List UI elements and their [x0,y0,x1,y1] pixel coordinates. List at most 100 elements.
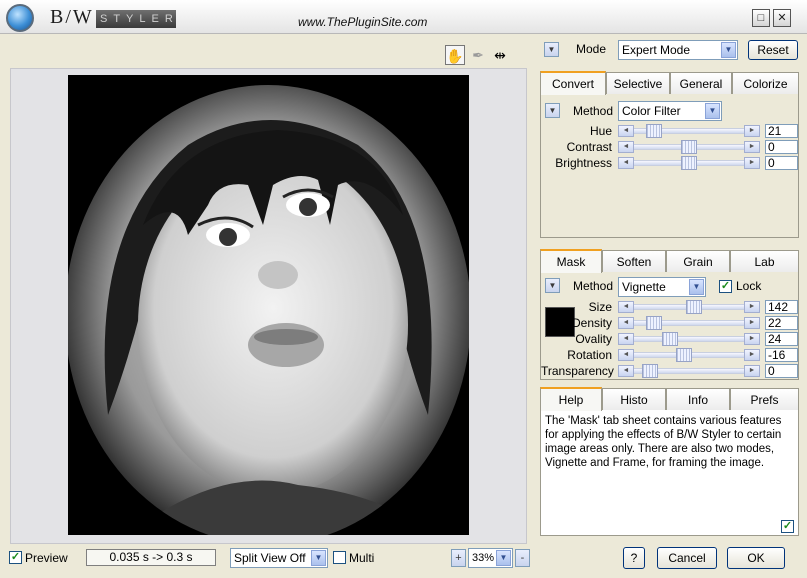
slider-decrement-icon[interactable]: ◄ [618,317,634,329]
mask-method-select[interactable]: Vignette ▼ [618,277,706,297]
help-button[interactable]: ? [623,547,645,569]
zoom-value: 33% [472,552,495,564]
tab-mask[interactable]: Mask [540,249,602,273]
slider-thumb[interactable] [685,300,702,314]
slider-decrement-icon[interactable]: ◄ [618,157,634,169]
multi-checkbox[interactable] [333,551,346,564]
chevron-down-icon: ▼ [705,103,720,119]
convert-value-field[interactable]: 0 [765,140,798,154]
mask-value-field[interactable]: 0 [765,364,798,378]
ok-button[interactable]: OK [727,547,785,569]
convert-method-value: Color Filter [622,104,681,118]
chevron-down-icon: ▼ [311,550,326,566]
hand-tool-icon[interactable]: ✋ [445,45,465,65]
tab-info[interactable]: Info [666,388,730,410]
slider-decrement-icon[interactable]: ◄ [618,349,634,361]
slider-increment-icon[interactable]: ► [744,157,760,169]
slider-increment-icon[interactable]: ► [744,301,760,313]
mask-slider[interactable]: ◄ ► [618,316,760,330]
tab-prefs[interactable]: Prefs [730,388,799,410]
mask-slider[interactable]: ◄ ► [618,364,760,378]
maximize-button[interactable]: □ [752,9,770,27]
slider-increment-icon[interactable]: ► [744,141,760,153]
tab-colorize[interactable]: Colorize [732,72,799,94]
convert-method-select[interactable]: Color Filter ▼ [618,101,722,121]
slider-decrement-icon[interactable]: ◄ [618,365,634,377]
convert-slider[interactable]: ◄ ► [618,156,760,170]
color-picker-icon[interactable]: ✒ [468,45,488,65]
slider-increment-icon[interactable]: ► [744,125,760,137]
help-tab-strip: Help Histo Info Prefs [540,387,799,411]
mask-slider-label: Ovality [575,332,612,346]
convert-value-field[interactable]: 21 [765,124,798,138]
close-button[interactable]: ✕ [773,9,791,27]
slider-decrement-icon[interactable]: ◄ [618,125,634,137]
slider-increment-icon[interactable]: ► [744,365,760,377]
split-view-select[interactable]: Split View Off ▼ [230,548,328,568]
tab-help[interactable]: Help [540,387,602,411]
slider-thumb[interactable] [681,140,697,154]
mask-slider[interactable]: ◄ ► [618,348,760,362]
convert-method-arrow-icon[interactable]: ▼ [545,103,560,118]
convert-value-field[interactable]: 0 [765,156,798,170]
checkmark-icon: ✓ [720,280,731,292]
zoom-in-button[interactable]: + [451,549,466,567]
mask-value-field[interactable]: 142 [765,300,798,314]
app-logo-icon [6,4,34,32]
convert-method-label: Method [573,104,614,118]
slider-increment-icon[interactable]: ► [744,317,760,329]
preview-checkbox[interactable]: ✓ [9,551,22,564]
mode-label: Mode [576,42,607,56]
tab-convert[interactable]: Convert [540,71,606,95]
reset-button[interactable]: Reset [748,40,798,60]
chevron-down-icon: ▼ [496,550,511,566]
slider-thumb[interactable] [676,348,693,362]
mask-slider-label: Size [588,300,612,314]
mask-value-field[interactable]: -16 [765,348,798,362]
split-view-icon[interactable]: ⇹ [490,45,510,65]
mask-slider[interactable]: ◄ ► [618,300,760,314]
mask-value-field[interactable]: 22 [765,316,798,330]
slider-decrement-icon[interactable]: ◄ [618,333,634,345]
preview-label: Preview [25,551,68,565]
slider-thumb[interactable] [646,124,663,138]
preview-image[interactable] [68,75,469,535]
help-toggle-checkbox[interactable]: ✓ [781,520,794,533]
tab-selective[interactable]: Selective [606,72,670,94]
slider-thumb[interactable] [646,316,663,330]
split-view-value: Split View Off [234,551,306,565]
convert-slider[interactable]: ◄ ► [618,124,760,138]
mask-method-label: Method [573,279,614,293]
mask-tab-strip: Mask Soften Grain Lab [540,249,799,273]
mask-value-field[interactable]: 24 [765,332,798,346]
convert-slider[interactable]: ◄ ► [618,140,760,154]
mask-slider-label: Rotation [567,348,612,362]
slider-increment-icon[interactable]: ► [744,333,760,345]
mask-method-arrow-icon[interactable]: ▼ [545,278,560,293]
slider-thumb[interactable] [662,332,679,346]
mode-select[interactable]: Expert Mode ▼ [618,40,738,60]
site-url-link[interactable]: www.ThePluginSite.com [298,15,427,29]
slider-decrement-icon[interactable]: ◄ [618,301,634,313]
tab-lab[interactable]: Lab [730,250,799,272]
preview-photo-graphic [68,75,469,535]
lock-checkbox[interactable]: ✓ [719,280,732,293]
chevron-down-icon: ▼ [721,42,736,58]
slider-rail [618,368,760,374]
slider-decrement-icon[interactable]: ◄ [618,141,634,153]
tab-general[interactable]: General [670,72,732,94]
mode-menu-arrow-icon[interactable]: ▼ [544,42,559,57]
mask-slider[interactable]: ◄ ► [618,332,760,346]
app-logo-badge: STYLER [96,10,176,28]
mask-method-value: Vignette [622,280,666,294]
cancel-button[interactable]: Cancel [657,547,717,569]
slider-increment-icon[interactable]: ► [744,349,760,361]
zoom-out-button[interactable]: - [515,549,530,567]
mode-select-value: Expert Mode [622,43,691,57]
tab-histo[interactable]: Histo [602,388,666,410]
slider-thumb[interactable] [681,156,697,170]
tab-grain[interactable]: Grain [666,250,730,272]
zoom-select[interactable]: 33% ▼ [468,548,513,568]
tab-soften[interactable]: Soften [602,250,666,272]
slider-thumb[interactable] [641,364,658,378]
